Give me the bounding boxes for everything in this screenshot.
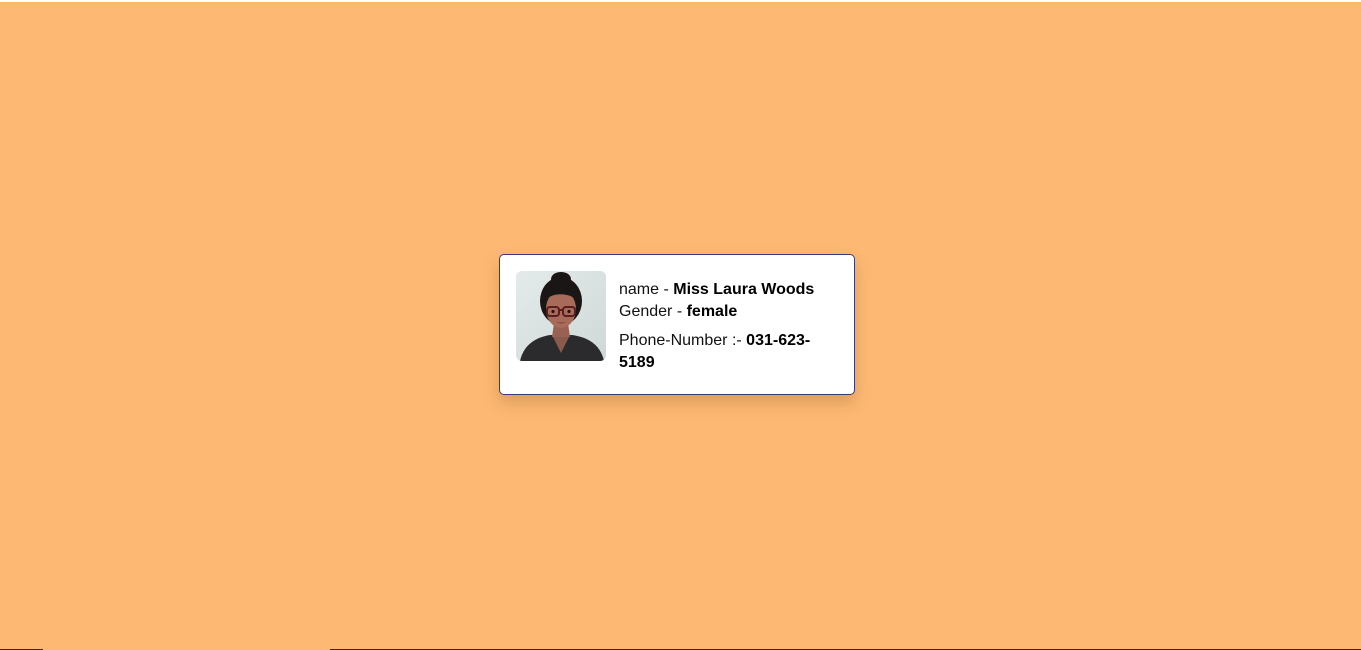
user-avatar xyxy=(516,271,606,361)
user-card: name - Miss Laura Woods Gender - female … xyxy=(499,254,855,395)
name-value: Miss Laura Woods xyxy=(673,281,815,298)
gender-value: female xyxy=(686,303,738,320)
phone-row: Phone-Number :- 031-623-5189 xyxy=(619,330,834,374)
page-top-edge xyxy=(0,0,1361,2)
gender-label: Gender - xyxy=(619,303,687,320)
name-row: name - Miss Laura Woods xyxy=(619,279,834,301)
gender-row: Gender - female xyxy=(619,301,834,323)
name-label: name - xyxy=(619,281,674,298)
phone-label: Phone-Number :- xyxy=(619,332,747,349)
user-info: name - Miss Laura Woods Gender - female … xyxy=(619,279,834,374)
